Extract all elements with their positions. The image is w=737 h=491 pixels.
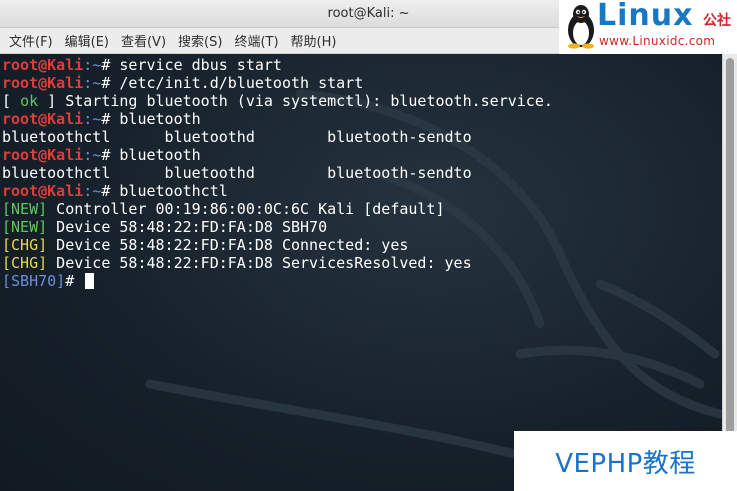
command-text: bluetooth — [119, 110, 201, 128]
bluetoothctl-prompt-symbol: # — [65, 272, 84, 290]
prompt-symbol: # — [101, 110, 120, 128]
prompt-symbol: # — [101, 146, 120, 164]
terminal-line: [NEW] Controller 00:19:86:00:0C:6C Kali … — [2, 200, 553, 218]
command-text: service dbus start — [119, 56, 282, 74]
terminal-line: [CHG] Device 58:48:22:FD:FA:D8 ServicesR… — [2, 254, 553, 272]
output-text: bluetoothctl bluetoothd bluetooth-sendto — [2, 164, 472, 182]
status-close: ] — [38, 92, 66, 110]
logo-brand: Linux — [597, 0, 694, 33]
bluetoothctl-prompt: [SBH70] — [2, 272, 66, 290]
prompt-path: :~ — [83, 182, 102, 200]
event-bracket: ] — [38, 254, 48, 272]
event-tag: CHG — [11, 254, 39, 272]
prompt-user: root@Kali — [2, 56, 84, 74]
event-bracket: [ — [2, 200, 12, 218]
terminal-line: bluetoothctl bluetoothd bluetooth-sendto — [2, 164, 553, 182]
prompt-path: :~ — [83, 56, 102, 74]
event-bracket: [ — [2, 254, 12, 272]
event-tag: CHG — [11, 236, 39, 254]
command-text: /etc/init.d/bluetooth start — [119, 74, 364, 92]
logo-brand-cn: 公社 — [703, 13, 731, 29]
event-bracket: [ — [2, 236, 12, 254]
event-text: Device 58:48:22:FD:FA:D8 SBH70 — [47, 218, 328, 236]
terminal-line: root@Kali:~# service dbus start — [2, 56, 553, 74]
command-text: bluetoothctl — [119, 182, 228, 200]
linuxidc-logo: Linux 公社 www.Linuxidc.com — [559, 0, 737, 54]
terminal-line: [NEW] Device 58:48:22:FD:FA:D8 SBH70 — [2, 218, 553, 236]
prompt-path: :~ — [83, 146, 102, 164]
menu-help[interactable]: 帮助(H) — [286, 31, 342, 50]
status-text: Starting bluetooth (via systemctl): blue… — [65, 92, 553, 110]
terminal-line: root@Kali:~# bluetoothctl — [2, 182, 553, 200]
event-tag: NEW — [11, 218, 39, 236]
terminal-line: root@Kali:~# bluetooth — [2, 146, 553, 164]
prompt-path: :~ — [83, 110, 102, 128]
terminal-cursor[interactable] — [85, 273, 95, 289]
window-title: root@Kali: ~ — [327, 6, 410, 21]
prompt-path: :~ — [83, 74, 102, 92]
event-bracket: [ — [2, 218, 12, 236]
tux-penguin-icon — [568, 5, 594, 49]
prompt-user: root@Kali — [2, 110, 84, 128]
terminal-scrollbar[interactable] — [722, 54, 737, 491]
event-text: Device 58:48:22:FD:FA:D8 ServicesResolve… — [47, 254, 472, 272]
prompt-user: root@Kali — [2, 74, 84, 92]
prompt-user: root@Kali — [2, 182, 84, 200]
terminal-line: root@Kali:~# bluetooth — [2, 110, 553, 128]
terminal-line: bluetoothctl bluetoothd bluetooth-sendto — [2, 128, 553, 146]
terminal-line: [SBH70]# — [2, 272, 553, 290]
event-bracket: ] — [38, 200, 48, 218]
status-open: [ — [2, 92, 21, 110]
menu-terminal[interactable]: 终端(T) — [229, 31, 283, 50]
event-text: Controller 00:19:86:00:0C:6C Kali [defau… — [47, 200, 445, 218]
command-text: bluetooth — [119, 146, 201, 164]
menu-view[interactable]: 查看(V) — [116, 31, 171, 50]
event-text: Device 58:48:22:FD:FA:D8 Connected: yes — [47, 236, 409, 254]
scrollbar-thumb[interactable] — [726, 58, 734, 486]
menu-edit[interactable]: 编辑(E) — [60, 31, 114, 50]
event-bracket: ] — [38, 236, 48, 254]
logo-site: www.Linuxidc.com — [599, 34, 716, 48]
event-tag: NEW — [11, 200, 39, 218]
prompt-symbol: # — [101, 56, 120, 74]
watermark-text: VEPHP教程 — [555, 448, 696, 479]
terminal-output[interactable]: root@Kali:~# service dbus start root@Kali… — [0, 54, 722, 491]
event-bracket: ] — [38, 218, 48, 236]
menu-search[interactable]: 搜索(S) — [173, 31, 227, 50]
prompt-symbol: # — [101, 182, 120, 200]
vephp-watermark: VEPHP教程 — [514, 431, 737, 491]
output-text: bluetoothctl bluetoothd bluetooth-sendto — [2, 128, 472, 146]
terminal-lines: root@Kali:~# service dbus start root@Kali… — [2, 56, 553, 290]
terminal-line: root@Kali:~# /etc/init.d/bluetooth start — [2, 74, 553, 92]
terminal-line: [ ok ] Starting bluetooth (via systemctl… — [2, 92, 553, 110]
menu-file[interactable]: 文件(F) — [4, 31, 58, 50]
terminal-line: [CHG] Device 58:48:22:FD:FA:D8 Connected… — [2, 236, 553, 254]
status-ok-tag: ok — [20, 92, 39, 110]
prompt-symbol: # — [101, 74, 120, 92]
prompt-user: root@Kali — [2, 146, 84, 164]
